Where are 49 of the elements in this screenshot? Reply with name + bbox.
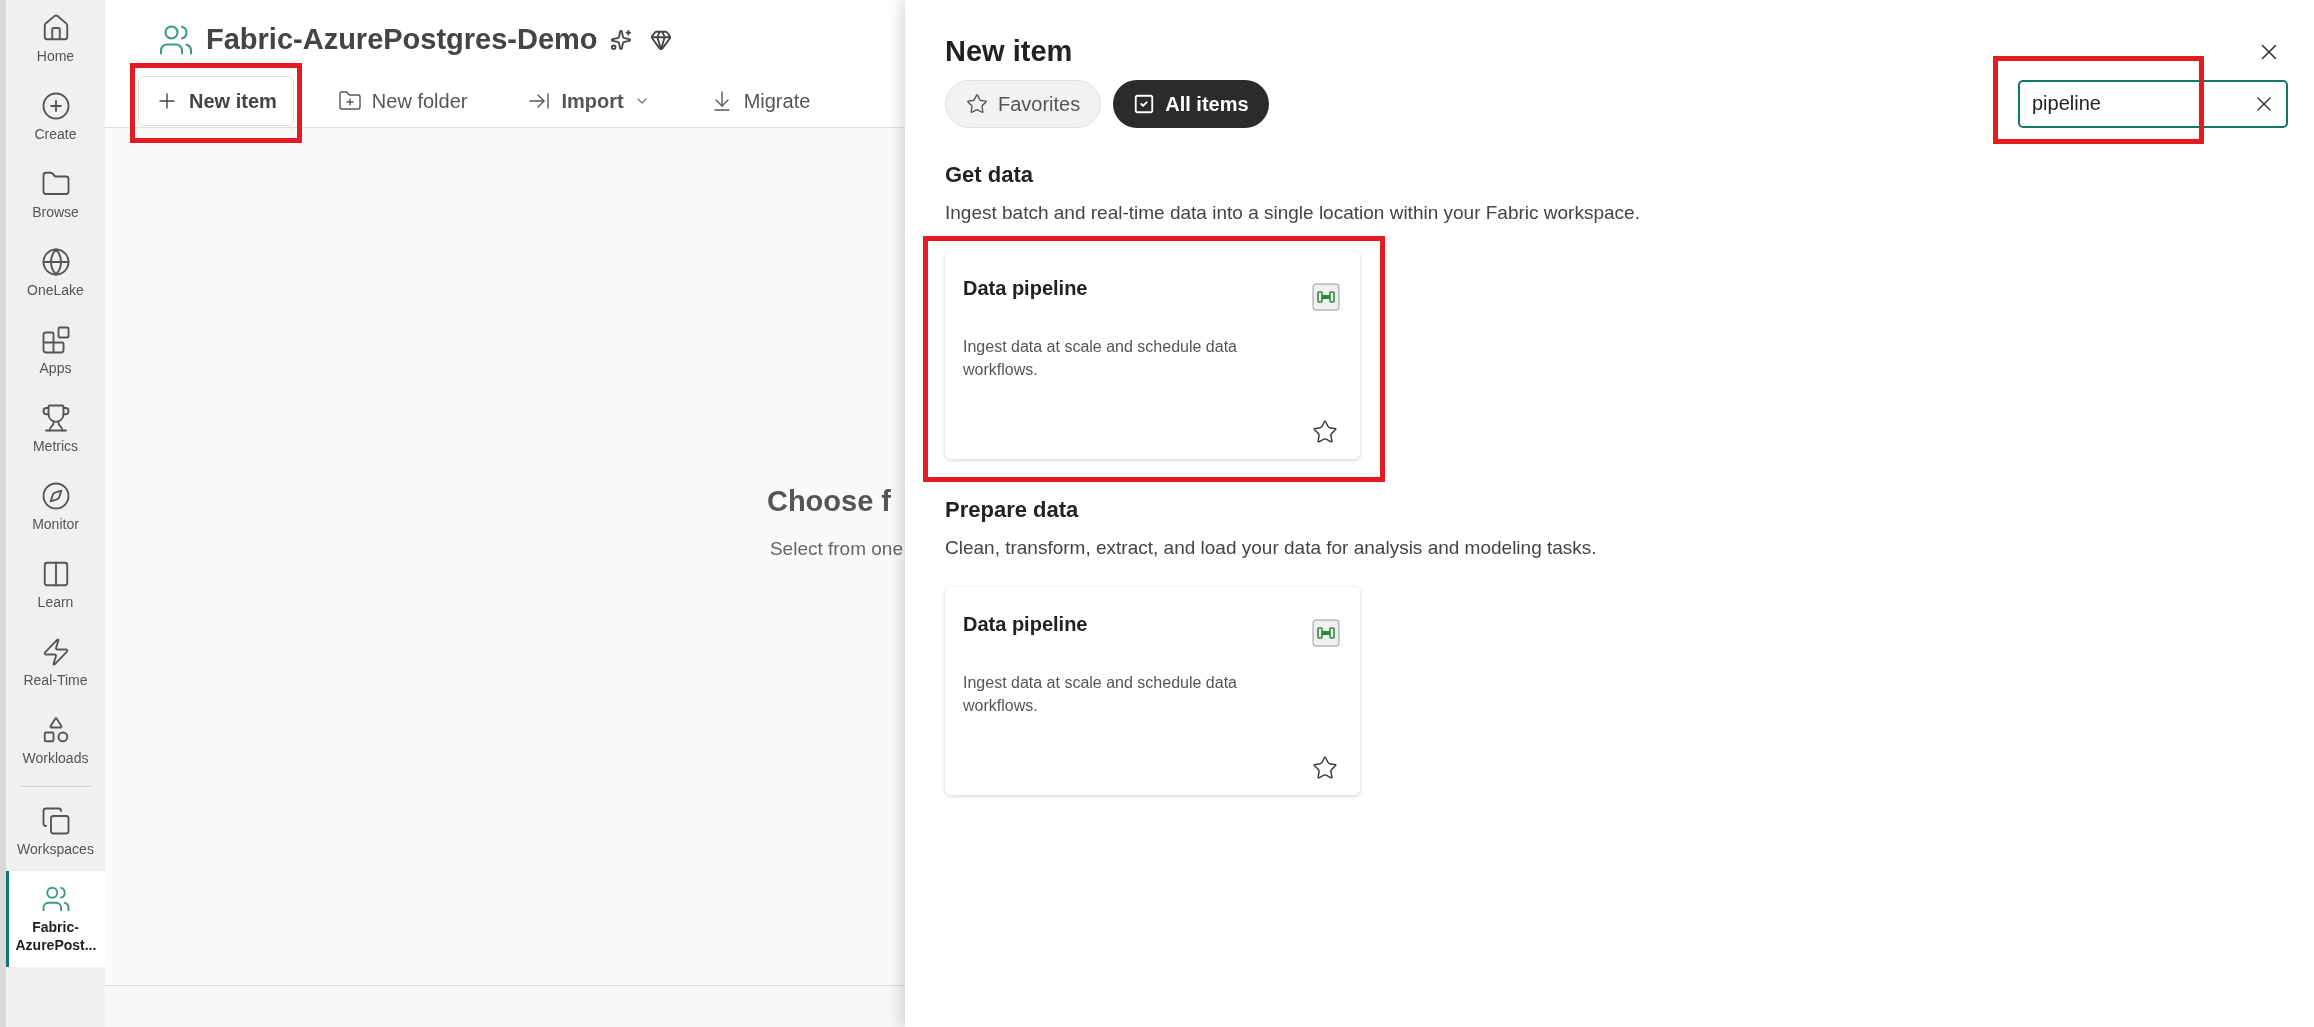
nav-item[interactable]: Apps	[6, 312, 105, 390]
star-icon	[966, 92, 988, 115]
nav-item[interactable]: OneLake	[6, 234, 105, 312]
card-description: Ingest data at scale and schedule data workflows.	[963, 337, 1238, 380]
pipeline-icon	[1312, 618, 1340, 647]
card-description: Ingest data at scale and schedule data workflows.	[963, 672, 1238, 716]
pipeline-icon	[1312, 283, 1340, 311]
toolbar-button[interactable]: New folder	[321, 75, 484, 126]
people-icon	[40, 884, 71, 914]
nav-item[interactable]: Browse	[6, 156, 105, 234]
nav-item[interactable]: Monitor	[6, 468, 105, 546]
nav-item[interactable]: Workspaces	[6, 793, 105, 871]
item-card[interactable]: Data pipeline Ingest data at scale and schedule data workflows.	[945, 251, 1360, 459]
checkbox-icon	[1133, 92, 1156, 115]
create-icon	[40, 91, 71, 121]
toolbar-button[interactable]: Import	[511, 75, 666, 126]
workspace-title: Fabric-AzurePostgres-Demo	[206, 22, 598, 57]
section-heading: Prepare data	[945, 496, 1080, 524]
nav-item[interactable]: Learn	[6, 546, 105, 624]
search-field[interactable]: pipeline	[2018, 79, 2288, 128]
trophy-icon	[40, 403, 71, 433]
compass-icon	[40, 481, 71, 511]
card-title: Data pipeline	[963, 611, 1088, 637]
toolbar-button[interactable]: Migrate	[693, 75, 827, 126]
blocks-icon	[40, 325, 71, 355]
diamond-icon[interactable]	[649, 28, 672, 51]
nav-item[interactable]: Workloads	[6, 702, 105, 780]
favorite-star-icon[interactable]	[1312, 419, 1338, 445]
nav-item[interactable]: Home	[6, 0, 105, 78]
folder-add-icon	[337, 88, 362, 113]
empty-state-text: Select from one	[769, 537, 903, 561]
globe-icon	[40, 247, 71, 277]
filter-tab[interactable]: All items	[1113, 79, 1269, 128]
favorite-star-icon[interactable]	[1312, 754, 1338, 781]
item-card[interactable]: Data pipeline Ingest data at scale and schedule data workflows.	[945, 586, 1360, 795]
nav-item[interactable]: Metrics	[6, 390, 105, 468]
section-description: Ingest batch and real-time data into a single location within your Fabric workspace.	[945, 200, 1641, 225]
section-description: Clean, transform, extract, and load your data for analysis and modeling tasks.	[945, 536, 1598, 560]
toolbar-button[interactable]: New item	[138, 75, 294, 126]
panel-title: New item	[945, 34, 1073, 69]
nav-item[interactable]: Fabric-AzurePost...	[6, 871, 105, 967]
sparkle-icon[interactable]	[609, 28, 632, 51]
nav-item[interactable]: Real-Time	[6, 624, 105, 702]
section-heading: Get data	[945, 160, 1035, 189]
stacked-windows-icon	[40, 806, 71, 836]
filter-tab[interactable]: Favorites	[945, 79, 1102, 128]
empty-state-heading: Choose f	[766, 483, 891, 519]
card-title: Data pipeline	[963, 276, 1088, 301]
nav-item[interactable]: Create	[6, 78, 105, 156]
